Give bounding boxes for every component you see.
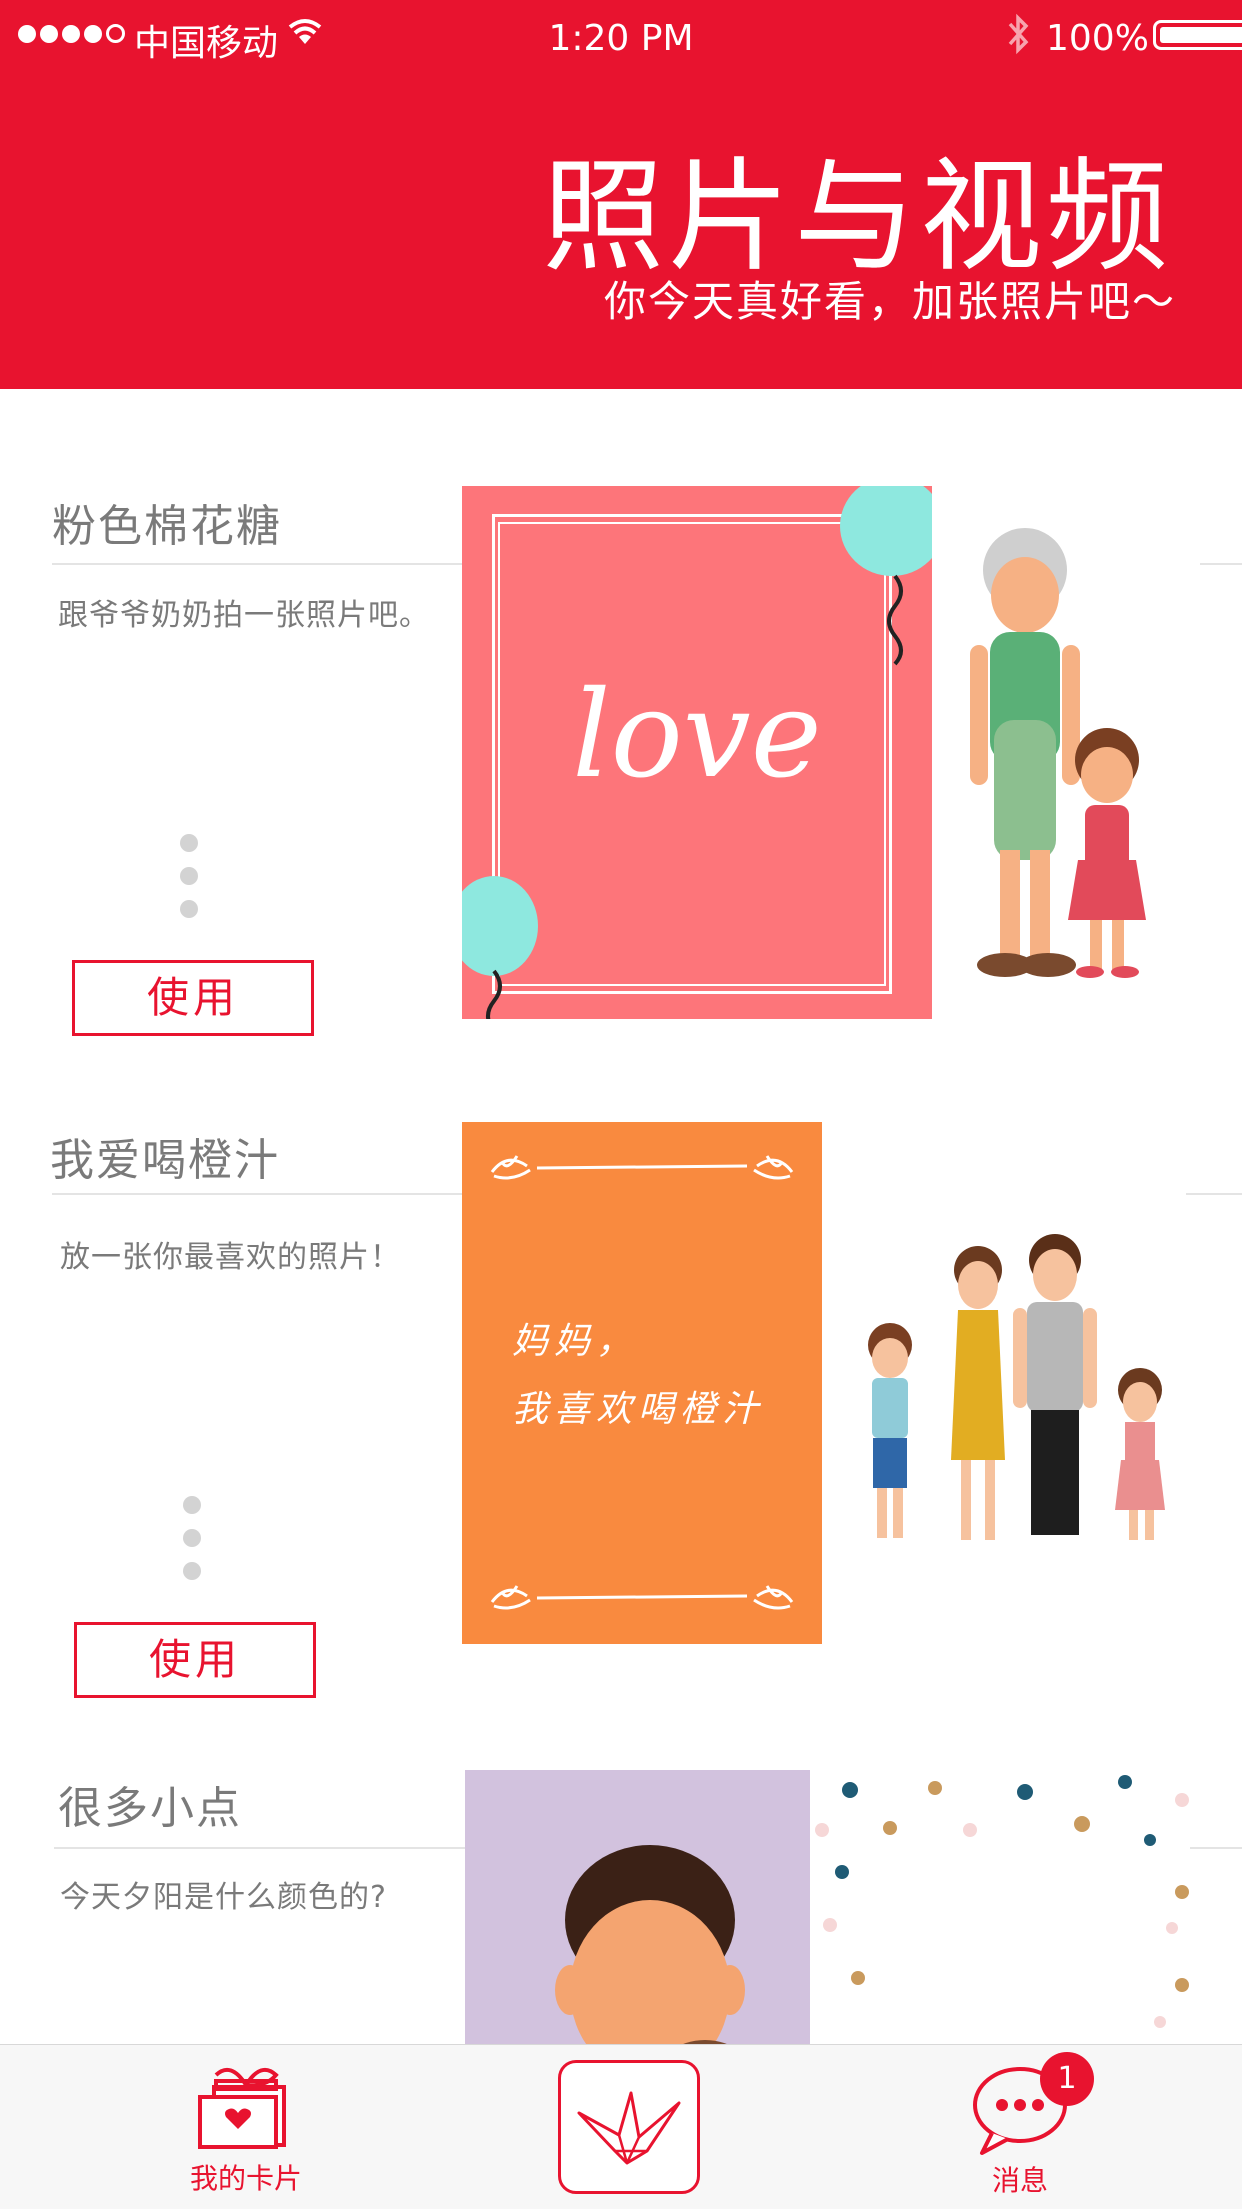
card-image-text: love xyxy=(572,666,822,805)
card-title: 粉色棉花糖 xyxy=(52,501,282,552)
card-title: 我爱喝橙汁 xyxy=(50,1135,280,1186)
use-button[interactable]: 使用 xyxy=(72,960,314,1036)
battery-percent: 100% xyxy=(1046,18,1149,59)
messages-badge: 1 xyxy=(1040,2052,1094,2106)
divider xyxy=(1186,1193,1242,1195)
bluetooth-icon xyxy=(1004,12,1034,60)
battery-icon xyxy=(1153,20,1242,50)
card-description: 今天夕阳是什么颜色的? xyxy=(60,1880,387,1915)
use-button[interactable]: 使用 xyxy=(74,1622,316,1698)
divider xyxy=(54,1847,465,1849)
create-card-button[interactable] xyxy=(558,2060,700,2194)
divider xyxy=(1200,563,1242,565)
tab-messages-label[interactable]: 消息 xyxy=(940,2159,1100,2199)
ornament-bottom xyxy=(482,1572,802,1626)
card-template-image[interactable]: 妈妈， 我喜欢喝橙汁 xyxy=(462,1122,822,1644)
balloon-icon xyxy=(837,486,932,670)
tab-my-cards[interactable] xyxy=(196,2057,296,2157)
card-description: 放一张你最喜欢的照片！ xyxy=(60,1240,401,1275)
card-description: 跟爷爷奶奶拍一张照片吧。 xyxy=(58,598,430,633)
card-title: 很多小点 xyxy=(58,1783,242,1834)
gift-card-icon xyxy=(196,2057,296,2157)
divider xyxy=(52,1193,462,1195)
confetti-dots-illustration xyxy=(810,1770,1210,2048)
more-options-icon[interactable] xyxy=(180,834,198,933)
card-image-text: 我喜欢喝橙汁 xyxy=(512,1389,765,1430)
tab-my-cards-label[interactable]: 我的卡片 xyxy=(166,2157,326,2197)
family-illustration xyxy=(855,1210,1175,1594)
paper-crane-icon xyxy=(569,2073,689,2187)
balloon-icon xyxy=(462,871,542,1019)
boy-portrait-illustration xyxy=(555,1840,755,2070)
more-options-icon[interactable] xyxy=(183,1496,201,1595)
card-image-text: 妈妈， xyxy=(512,1321,639,1362)
card-template-image[interactable]: love xyxy=(462,486,932,1019)
chat-bubble-icon xyxy=(970,2067,1070,2159)
divider xyxy=(52,563,462,565)
ornament-top xyxy=(482,1142,802,1196)
app-header: 中国移动 1:20 PM 100% 照片与视频 你今天真好看，加张照片吧～ xyxy=(0,0,1242,389)
card-template-image[interactable] xyxy=(465,1770,810,2070)
page-subtitle: 你今天真好看，加张照片吧～ xyxy=(603,277,1176,326)
grandma-girl-illustration xyxy=(950,520,1170,994)
